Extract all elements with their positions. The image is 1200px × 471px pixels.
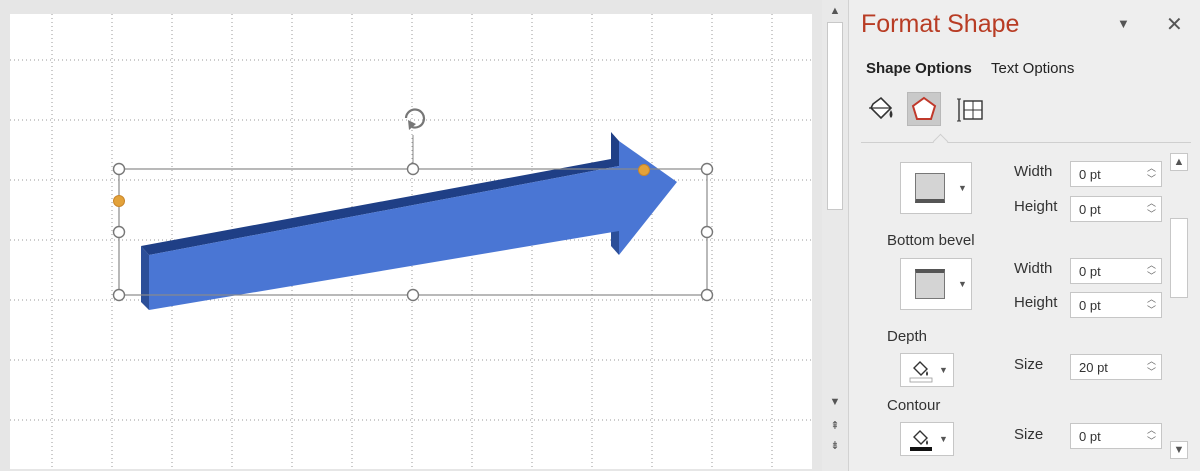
size-properties-icon[interactable]	[953, 92, 987, 126]
bottom-bevel-height-label: Height	[1014, 294, 1058, 311]
next-slide-icon[interactable]: ⇟	[826, 436, 844, 454]
format-shape-pane: Format Shape ▼ ✕ Shape Options Text Opti…	[848, 0, 1200, 471]
top-bevel-width-value: 0 pt	[1079, 167, 1101, 182]
spinner-arrows-icon[interactable]: ︿ ﹀	[1147, 260, 1156, 282]
bottom-bevel-height-value: 0 pt	[1079, 298, 1101, 313]
depth-size-stepper[interactable]: 20 pt ︿ ﹀	[1070, 354, 1162, 380]
tab-text-options[interactable]: Text Options	[991, 60, 1074, 77]
contour-size-value: 0 pt	[1079, 429, 1101, 444]
pane-divider	[861, 142, 1191, 143]
bottom-bevel-width-label: Width	[1014, 260, 1053, 277]
spinner-arrows-icon[interactable]: ︿ ﹀	[1147, 198, 1156, 220]
top-bevel-height-stepper[interactable]: 0 pt ︿ ﹀	[1070, 196, 1162, 222]
spinner-arrows-icon[interactable]: ︿ ﹀	[1147, 294, 1156, 316]
spinner-arrows-icon[interactable]: ︿ ﹀	[1147, 356, 1156, 378]
bevel-preview-icon	[915, 269, 945, 299]
rotate-handle[interactable]	[404, 108, 426, 169]
spinner-arrows-icon[interactable]: ︿ ﹀	[1147, 163, 1156, 185]
bottom-bevel-label: Bottom bevel	[887, 232, 975, 249]
chevron-down-icon: ▼	[958, 279, 967, 289]
canvas-scrollbar[interactable]: ▲ ▼ ⇞ ⇟	[822, 0, 848, 471]
contour-color-button[interactable]: ▼	[900, 422, 954, 456]
pane-title: Format Shape	[861, 10, 1020, 38]
chevron-down-icon[interactable]: ▼	[1117, 16, 1130, 31]
slide[interactable]	[10, 14, 812, 469]
bottom-bevel-width-value: 0 pt	[1079, 264, 1101, 279]
top-bevel-height-label: Height	[1014, 198, 1058, 215]
bottom-bevel-button[interactable]: ▼	[900, 258, 972, 310]
tab-shape-options[interactable]: Shape Options	[866, 60, 972, 77]
fill-line-icon[interactable]	[863, 92, 897, 126]
scroll-down-icon[interactable]: ▼	[1170, 441, 1188, 459]
chevron-down-icon: ▼	[939, 434, 948, 444]
bottom-bevel-width-stepper[interactable]: 0 pt ︿ ﹀	[1070, 258, 1162, 284]
contour-size-label: Size	[1014, 426, 1044, 443]
canvas-scroll-thumb[interactable]	[827, 22, 843, 210]
contour-label: Contour	[887, 397, 941, 414]
depth-size-label: Size	[1014, 356, 1044, 373]
scroll-down-icon[interactable]: ▼	[826, 393, 844, 411]
arrow-depth-face	[141, 246, 149, 310]
scroll-up-icon[interactable]: ▲	[1170, 153, 1188, 171]
top-bevel-width-label: Width	[1014, 163, 1053, 180]
bevel-preview-icon	[915, 173, 945, 203]
bottom-bevel-height-stepper[interactable]: 0 pt ︿ ﹀	[1070, 292, 1162, 318]
selected-category-pointer	[932, 133, 949, 150]
paint-bucket-icon	[909, 361, 933, 383]
top-bevel-button[interactable]: ▼	[900, 162, 972, 214]
depth-color-button[interactable]: ▼	[900, 353, 954, 387]
effects-icon[interactable]	[907, 92, 941, 126]
scroll-up-icon[interactable]: ▲	[826, 2, 844, 20]
contour-size-stepper[interactable]: 0 pt ︿ ﹀	[1070, 423, 1162, 449]
paint-bucket-icon	[910, 430, 932, 451]
spinner-arrows-icon[interactable]: ︿ ﹀	[1147, 425, 1156, 447]
arrow-shape-layer	[112, 108, 714, 310]
slide-canvas	[0, 0, 822, 471]
pane-scrollbar[interactable]: ▲ ▼	[1167, 150, 1191, 471]
top-bevel-width-stepper[interactable]: 0 pt ︿ ﹀	[1070, 161, 1162, 187]
close-icon[interactable]: ✕	[1166, 12, 1183, 37]
depth-label: Depth	[887, 328, 928, 345]
chevron-down-icon: ▼	[939, 365, 948, 375]
chevron-down-icon: ▼	[958, 183, 967, 193]
previous-slide-icon[interactable]: ⇞	[826, 416, 844, 434]
top-bevel-height-value: 0 pt	[1079, 202, 1101, 217]
pane-scroll-thumb[interactable]	[1170, 218, 1188, 298]
depth-size-value: 20 pt	[1079, 360, 1108, 375]
